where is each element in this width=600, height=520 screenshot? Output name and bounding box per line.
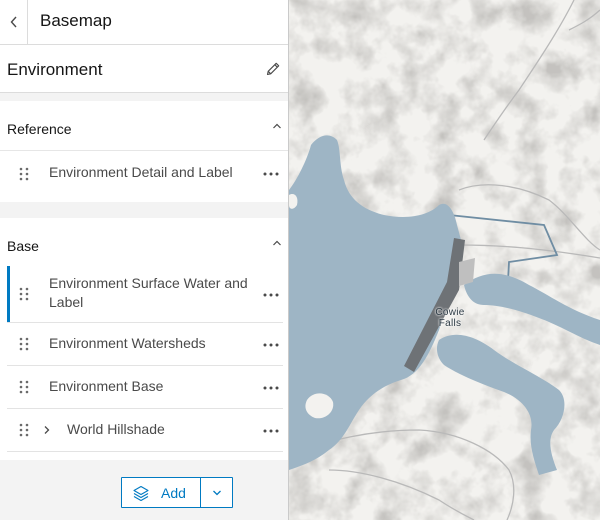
ellipsis-icon [263, 293, 279, 297]
layers-icon [133, 485, 149, 501]
reference-section-header[interactable]: Reference [0, 101, 288, 151]
layer-options-button[interactable] [261, 383, 281, 393]
layer-label: World Hillshade [67, 421, 165, 437]
reference-layer-item[interactable]: Environment Detail and Label [7, 151, 283, 201]
ellipsis-icon [263, 172, 279, 176]
chevron-down-icon [212, 490, 221, 495]
ellipsis-icon [263, 343, 279, 347]
drag-handle-icon[interactable] [19, 287, 29, 301]
chevron-up-icon [273, 240, 281, 246]
basemap-name: Environment [7, 60, 103, 79]
layer-label: Environment Base [49, 378, 164, 394]
place-label-line-1: Cowie [435, 307, 465, 318]
panel-title: Basemap [40, 11, 112, 30]
layer-options-button[interactable] [261, 426, 281, 436]
dam-spillway [459, 258, 475, 286]
ellipsis-icon [263, 429, 279, 433]
panel-footer: Add [0, 460, 288, 520]
map-view[interactable]: Cowie Falls [289, 0, 600, 520]
reference-collapse-button[interactable] [270, 119, 284, 133]
basemap-panel: Basemap Environment Reference Environmen… [0, 0, 289, 520]
base-section-header[interactable]: Base [0, 218, 288, 266]
layer-label: Environment Detail and Label [49, 164, 233, 180]
chevron-right-icon[interactable] [42, 425, 52, 435]
reference-section-label: Reference [7, 121, 72, 137]
back-button[interactable] [0, 0, 28, 44]
place-label: Cowie Falls [432, 307, 468, 329]
base-layer-item-environment-base[interactable]: Environment Base [7, 366, 283, 409]
base-layer-item-watersheds[interactable]: Environment Watersheds [7, 323, 283, 366]
drag-handle-icon[interactable] [19, 167, 29, 181]
layer-label: Environment Watersheds [49, 335, 206, 351]
pencil-icon [266, 62, 280, 76]
drag-handle-icon[interactable] [19, 423, 29, 437]
add-button-group: Add [121, 477, 233, 508]
base-layer-item-surface-water[interactable]: Environment Surface Water and Label [7, 266, 283, 323]
base-layer-item-world-hillshade[interactable]: World Hillshade [7, 409, 283, 452]
base-section: Base Environment Surface Water and Label [0, 218, 288, 460]
layer-options-button[interactable] [261, 340, 281, 350]
layer-options-button[interactable] [261, 169, 281, 179]
basemap-title-row: Environment [0, 45, 288, 93]
base-section-label: Base [7, 238, 39, 254]
base-collapse-button[interactable] [270, 236, 284, 250]
add-dropdown-button[interactable] [201, 478, 232, 507]
drag-handle-icon[interactable] [19, 380, 29, 394]
add-button[interactable]: Add [122, 478, 201, 507]
panel-header: Basemap [0, 0, 288, 45]
edit-button[interactable] [262, 58, 284, 80]
layer-options-button[interactable] [261, 290, 281, 300]
ellipsis-icon [263, 386, 279, 390]
place-label-line-2: Falls [438, 318, 462, 329]
map-canvas [289, 0, 600, 520]
layer-label: Environment Surface Water and Label [49, 275, 248, 310]
add-button-label: Add [161, 484, 186, 501]
reference-section: Reference Environment Detail and Label [0, 101, 288, 202]
drag-handle-icon[interactable] [19, 337, 29, 351]
chevron-up-icon [273, 123, 281, 129]
chevron-left-icon [10, 16, 17, 28]
